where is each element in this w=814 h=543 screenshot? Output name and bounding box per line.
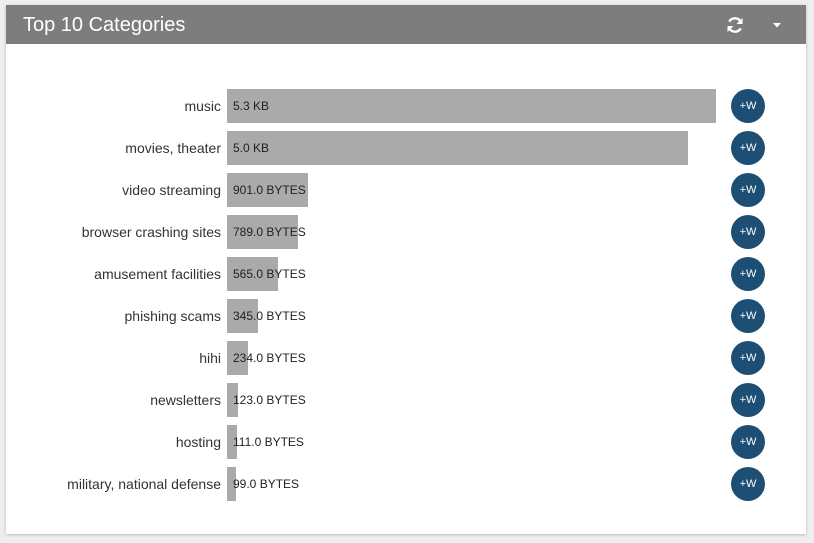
panel-title: Top 10 Categories: [23, 14, 186, 36]
category-label: music: [184, 98, 221, 114]
caret-down-icon[interactable]: [765, 13, 789, 37]
category-label: hosting: [175, 434, 221, 450]
value-label: 901.0 BYTES: [233, 183, 306, 197]
chart-row: military, national defense 99.0 BYTES +W: [6, 466, 806, 502]
category-label: phishing scams: [124, 308, 222, 324]
add-watch-button[interactable]: +W: [731, 383, 765, 417]
add-watch-button[interactable]: +W: [731, 215, 765, 249]
chart-row: amusement facilities 565.0 BYTES +W: [6, 256, 806, 292]
chart-row: phishing scams 345.0 BYTES +W: [6, 298, 806, 334]
top-categories-panel: Top 10 Categories music 5.3 KB +W movies, t…: [6, 5, 806, 534]
chart-row: video streaming 901.0 BYTES +W: [6, 172, 806, 208]
category-bar-chart: music 5.3 KB +W movies, theater 5.0 KB +W vide…: [6, 44, 806, 534]
add-watch-button[interactable]: +W: [731, 89, 765, 123]
value-label: 111.0 BYTES: [233, 435, 304, 449]
category-bar[interactable]: [227, 89, 716, 123]
chart-row: hosting 111.0 BYTES +W: [6, 424, 806, 460]
add-watch-button[interactable]: +W: [731, 173, 765, 207]
value-label: 234.0 BYTES: [233, 351, 306, 365]
chart-row: browser crashing sites 789.0 BYTES +W: [6, 214, 806, 250]
add-watch-button[interactable]: +W: [731, 257, 765, 291]
refresh-icon[interactable]: [723, 13, 747, 37]
panel-header: Top 10 Categories: [6, 5, 806, 44]
category-label: military, national defense: [67, 476, 221, 492]
add-watch-button[interactable]: +W: [731, 131, 765, 165]
add-watch-button[interactable]: +W: [731, 425, 765, 459]
chart-row: newsletters 123.0 BYTES +W: [6, 382, 806, 418]
value-label: 99.0 BYTES: [233, 477, 300, 491]
category-label: amusement facilities: [94, 266, 221, 282]
chart-row: music 5.3 KB +W: [6, 88, 806, 124]
category-label: movies, theater: [125, 140, 221, 156]
category-label: browser crashing sites: [81, 224, 221, 240]
add-watch-button[interactable]: +W: [731, 341, 765, 375]
value-label: 5.3 KB: [233, 99, 270, 113]
value-label: 565.0 BYTES: [233, 267, 306, 281]
chart-row: hihi 234.0 BYTES +W: [6, 340, 806, 376]
chart-row: movies, theater 5.0 KB +W: [6, 130, 806, 166]
category-label: hihi: [199, 350, 221, 366]
category-label: video streaming: [122, 182, 221, 198]
value-label: 123.0 BYTES: [233, 393, 306, 407]
add-watch-button[interactable]: +W: [731, 299, 765, 333]
value-label: 5.0 KB: [233, 141, 270, 155]
add-watch-button[interactable]: +W: [731, 467, 765, 501]
value-label: 789.0 BYTES: [233, 225, 306, 239]
category-label: newsletters: [150, 392, 221, 408]
category-bar[interactable]: [227, 131, 688, 165]
value-label: 345.0 BYTES: [233, 309, 306, 323]
